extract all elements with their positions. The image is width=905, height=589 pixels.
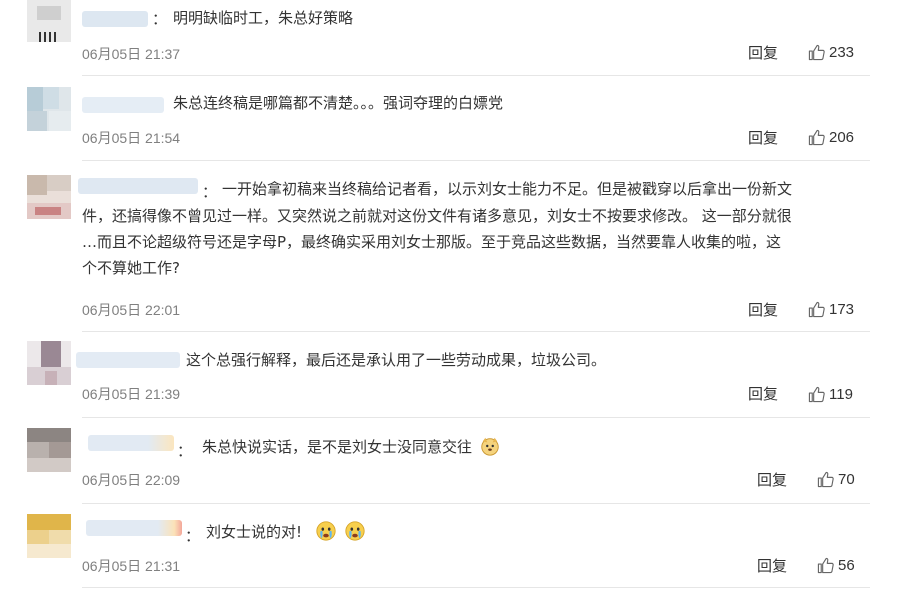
comment-text-line: 朱总快说实话，是不是刘女士没同意交往 — [202, 438, 473, 456]
crying-face-emoji-icon — [316, 521, 336, 541]
username[interactable] — [78, 178, 198, 194]
like-button[interactable]: 173 — [808, 301, 854, 318]
colon: ： — [185, 527, 201, 545]
divider — [82, 417, 870, 418]
divider — [82, 160, 870, 161]
username[interactable] — [86, 520, 182, 536]
comment-text: 朱总连终稿是哪篇都不清楚。。。强词夺理的白嫖党 — [173, 90, 503, 116]
reply-button[interactable]: 回复 — [748, 299, 778, 320]
like-button[interactable]: 206 — [808, 129, 854, 146]
thumbs-up-icon — [808, 44, 825, 61]
timestamp: 06月05日 21:54 — [82, 130, 181, 146]
colon: ： — [152, 10, 168, 28]
reply-button[interactable]: 回复 — [748, 383, 778, 404]
divider — [82, 75, 870, 76]
reply-button[interactable]: 回复 — [748, 127, 778, 148]
timestamp: 06月05日 21:37 — [82, 46, 181, 62]
reply-button[interactable]: 回复 — [757, 469, 787, 490]
comment-text: 刘女士说的对! — [206, 519, 366, 545]
like-button[interactable]: 70 — [817, 471, 855, 488]
like-button[interactable]: 119 — [808, 386, 853, 403]
avatar[interactable] — [27, 341, 71, 385]
comment-text-line: 这个总强行解释，最后还是承认用了一些劳动成果，垃圾公司。 — [186, 351, 607, 369]
username[interactable] — [82, 11, 148, 27]
timestamp: 06月05日 22:09 — [82, 472, 181, 488]
comment-text: 件，还搞得像不曾见过一样。又突然说之前就对这份文件有诸多意见，刘女士不按要求修改… — [82, 203, 792, 281]
colon: ： — [177, 442, 193, 460]
thumbs-up-icon — [808, 386, 825, 403]
comment-text-line: 个不算她工作? — [82, 259, 180, 277]
thumbs-up-icon — [817, 471, 834, 488]
dog-face-emoji-icon — [481, 437, 499, 456]
timestamp: 06月05日 21:39 — [82, 386, 181, 402]
timestamp: 06月05日 21:31 — [82, 558, 181, 574]
username[interactable] — [88, 435, 174, 451]
colon: ： — [202, 183, 218, 201]
thumbs-up-icon — [808, 301, 825, 318]
comment-text: 一开始拿初稿来当终稿给记者看，以示刘女士能力不足。但是被戳穿以后拿出一份新文 — [222, 176, 792, 202]
comment-text: 朱总快说实话，是不是刘女士没同意交往 — [202, 434, 501, 460]
thumbs-up-icon — [808, 129, 825, 146]
username[interactable] — [82, 97, 164, 113]
comment-text-line: 朱总连终稿是哪篇都不清楚。。。强词夺理的白嫖党 — [173, 94, 504, 112]
like-count: 173 — [829, 301, 855, 318]
like-count: 206 — [829, 129, 855, 146]
username[interactable] — [76, 352, 180, 368]
thumbs-up-icon — [817, 557, 834, 574]
reply-button[interactable]: 回复 — [757, 555, 787, 576]
like-button[interactable]: 233 — [808, 44, 854, 61]
comment-text-line: 件，还搞得像不曾见过一样。又突然说之前就对这份文件有诸多意见，刘女士不按要求修改… — [82, 207, 792, 225]
divider — [82, 503, 870, 504]
avatar[interactable] — [27, 87, 71, 131]
divider — [82, 587, 870, 588]
timestamp: 06月05日 22:01 — [82, 302, 181, 318]
comment-text-line: 明明缺临时工，朱总好策略 — [173, 9, 354, 27]
comment-text: 这个总强行解释，最后还是承认用了一些劳动成果，垃圾公司。 — [186, 347, 606, 373]
avatar[interactable] — [27, 428, 71, 472]
like-count: 233 — [829, 44, 855, 61]
comment-text-line: …而且不论超级符号还是字母P，最终确实采用刘女士那版。至于竞品这些数据，当然要靠… — [82, 233, 782, 251]
comment-text: 明明缺临时工，朱总好策略 — [173, 5, 353, 31]
crying-face-emoji-icon — [344, 521, 365, 541]
like-count: 56 — [838, 557, 855, 574]
comment-text-line: 一开始拿初稿来当终稿给记者看，以示刘女士能力不足。但是被戳穿以后拿出一份新文 — [222, 180, 793, 198]
avatar[interactable] — [27, 175, 71, 219]
divider — [82, 331, 870, 332]
like-count: 119 — [829, 386, 853, 403]
comment-text-line: 刘女士说的对! — [206, 523, 303, 541]
like-count: 70 — [838, 471, 855, 488]
reply-button[interactable]: 回复 — [748, 42, 778, 63]
like-button[interactable]: 56 — [817, 557, 855, 574]
avatar[interactable] — [27, 514, 71, 558]
avatar[interactable] — [27, 0, 71, 42]
